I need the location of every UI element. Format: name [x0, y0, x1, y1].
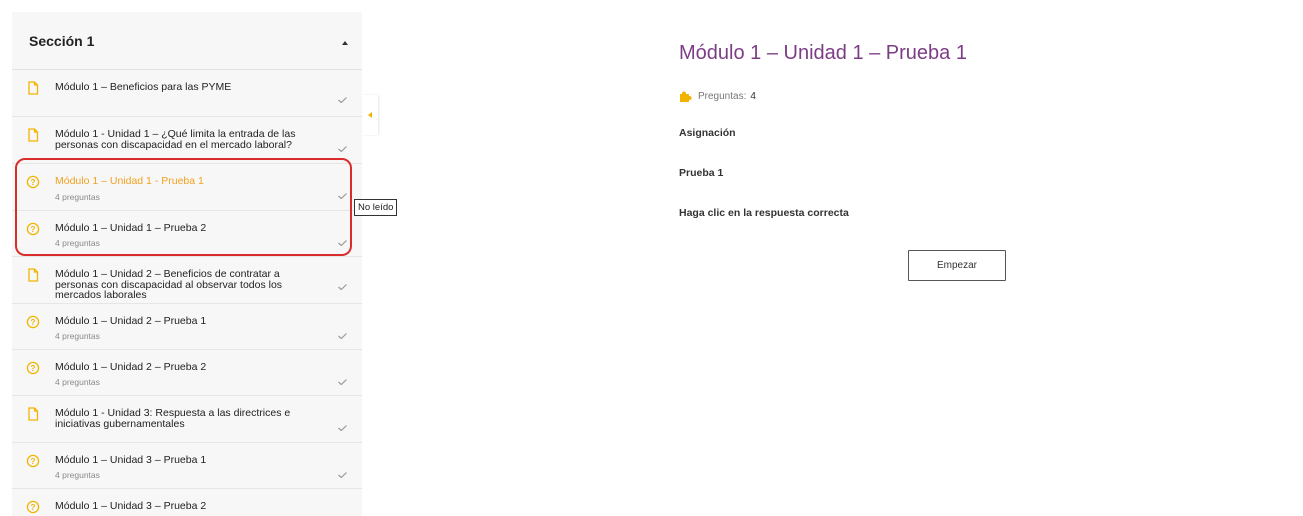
lesson-item[interactable]: Módulo 1 - Unidad 3: Respuesta a las dir… — [12, 396, 362, 443]
quiz-icon: ? — [26, 361, 40, 375]
chevron-left-icon — [368, 112, 372, 118]
lesson-item[interactable]: ? Módulo 1 – Unidad 2 – Prueba 1 4 pregunt… — [12, 304, 362, 350]
lesson-question-count: 4 preguntas — [55, 331, 100, 341]
quiz-icon: ? — [26, 175, 40, 189]
lesson-question-count: 4 preguntas — [55, 470, 100, 480]
check-icon — [338, 139, 347, 153]
page-title: Módulo 1 – Unidad 1 – Prueba 1 — [679, 42, 967, 64]
questions-count: Preguntas: 4 — [679, 91, 756, 102]
lesson-question-count: 4 preguntas — [55, 377, 100, 387]
svg-text:?: ? — [31, 318, 36, 327]
svg-text:?: ? — [31, 503, 36, 512]
lesson-item[interactable]: ? Módulo 1 – Unidad 3 – Prueba 2 — [12, 489, 362, 516]
lesson-question-count: 4 preguntas — [55, 192, 100, 202]
lesson-label: Módulo 1 – Unidad 2 – Beneficios de cont… — [55, 268, 283, 301]
questions-label: Preguntas: — [698, 91, 747, 102]
check-icon — [338, 186, 347, 200]
document-icon — [26, 81, 40, 95]
lesson-label: Módulo 1 - Unidad 1 – ¿Qué limita la ent… — [55, 128, 296, 151]
puzzle-icon — [680, 91, 692, 102]
lesson-item[interactable]: ? Módulo 1 – Unidad 3 – Prueba 1 4 pregunt… — [12, 443, 362, 489]
lesson-label: Módulo 1 – Beneficios para las PYME — [55, 81, 232, 93]
lesson-label: Módulo 1 – Unidad 3 – Prueba 2 — [55, 500, 207, 512]
check-icon — [338, 277, 347, 291]
lesson-item[interactable]: ? Módulo 1 – Unidad 1 – Prueba 2 4 pregunt… — [12, 211, 362, 257]
collapse-section-icon[interactable] — [342, 40, 348, 45]
document-icon — [26, 128, 40, 142]
check-icon — [338, 465, 347, 479]
course-sidebar: Sección 1 Módulo 1 – Beneficios para las… — [12, 12, 362, 516]
lesson-label: Módulo 1 - Unidad 3: Respuesta a las dir… — [55, 407, 291, 430]
lesson-item[interactable]: Módulo 1 – Beneficios para las PYME — [12, 70, 362, 117]
lesson-label: Módulo 1 – Unidad 3 – Prueba 1 — [55, 454, 207, 466]
lesson-label: Módulo 1 – Unidad 2 – Prueba 2 — [55, 361, 207, 373]
tooltip-not-read: No leído — [354, 199, 398, 216]
lesson-label: Módulo 1 – Unidad 1 – Prueba 2 — [55, 222, 207, 234]
assignment-heading: Asignación — [679, 127, 736, 139]
check-icon — [338, 90, 347, 104]
svg-text:?: ? — [31, 457, 36, 466]
document-icon — [26, 268, 40, 282]
quiz-icon: ? — [26, 315, 40, 329]
questions-value: 4 — [750, 91, 756, 102]
check-icon — [338, 326, 347, 340]
lesson-item[interactable]: Módulo 1 – Unidad 2 – Beneficios de cont… — [12, 257, 362, 304]
lesson-label: Módulo 1 – Unidad 1 - Prueba 1 — [55, 175, 204, 187]
check-icon — [338, 233, 347, 247]
sidebar-toggle-button[interactable] — [362, 95, 378, 135]
section-title: Sección 1 — [29, 32, 95, 49]
check-icon — [338, 418, 347, 432]
lesson-item[interactable]: ? Módulo 1 – Unidad 2 – Prueba 2 4 pregunt… — [12, 350, 362, 396]
lesson-label: Módulo 1 – Unidad 2 – Prueba 1 — [55, 315, 207, 327]
lesson-question-count: 4 preguntas — [55, 238, 100, 248]
svg-text:?: ? — [31, 178, 36, 187]
check-icon — [338, 372, 347, 386]
svg-text:?: ? — [31, 225, 36, 234]
section-header[interactable]: Sección 1 — [12, 12, 362, 70]
svg-text:?: ? — [31, 364, 36, 373]
lesson-item[interactable]: Módulo 1 - Unidad 1 – ¿Qué limita la ent… — [12, 117, 362, 164]
quiz-icon: ? — [26, 222, 40, 236]
lesson-item[interactable]: ? Módulo 1 – Unidad 1 - Prueba 1 4 pregunt… — [12, 164, 362, 211]
quiz-icon: ? — [26, 500, 40, 514]
quiz-icon: ? — [26, 454, 40, 468]
instruction-heading: Haga clic en la respuesta correcta — [679, 207, 849, 219]
check-icon — [338, 511, 347, 516]
test-heading: Prueba 1 — [679, 167, 724, 179]
document-icon — [26, 407, 40, 421]
start-button[interactable]: Empezar — [908, 250, 1006, 281]
